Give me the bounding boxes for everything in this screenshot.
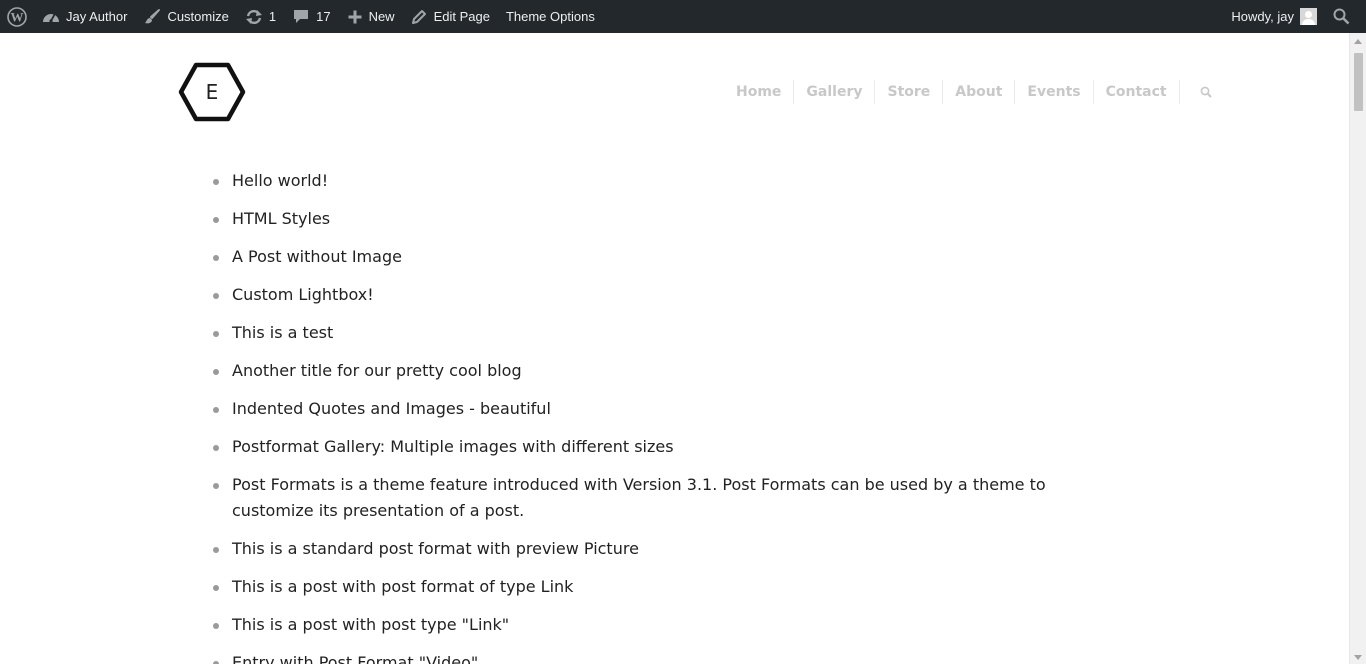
theme-options-link[interactable]: Theme Options <box>498 0 603 33</box>
post-link[interactable]: This is a post with post type "Link" <box>232 615 509 634</box>
post-link[interactable]: Entry with Post Format "Video" <box>232 653 478 664</box>
updates-link[interactable]: 1 <box>237 0 284 33</box>
post-link[interactable]: Indented Quotes and Images - beautiful <box>232 399 551 418</box>
list-item: This is a test <box>213 320 1113 346</box>
post-list: Hello world! HTML Styles A Post without … <box>213 168 1113 664</box>
nav-item-home[interactable]: Home <box>724 80 793 104</box>
main-navigation: Home Gallery Store About Events Contact <box>724 80 1212 104</box>
plus-icon <box>347 9 363 25</box>
customize-link[interactable]: Customize <box>135 0 236 33</box>
site-logo[interactable]: E <box>178 62 246 122</box>
howdy-label: Howdy, jay <box>1231 9 1294 24</box>
wp-admin-bar: W Jay Author Customize 1 17 New Edit Pag… <box>0 0 1366 33</box>
my-account-menu[interactable]: Howdy, jay <box>1223 0 1325 33</box>
wordpress-logo-icon: W <box>7 6 27 27</box>
page-scrollbar[interactable] <box>1349 33 1366 664</box>
list-item: Hello world! <box>213 168 1113 194</box>
edit-page-link[interactable]: Edit Page <box>403 0 498 33</box>
list-item: This is a post with post format of type … <box>213 574 1113 600</box>
post-link[interactable]: This is a standard post format with prev… <box>232 539 639 558</box>
list-item: Post Formats is a theme feature introduc… <box>213 472 1113 524</box>
customize-label: Customize <box>167 9 229 24</box>
post-link[interactable]: This is a test <box>232 323 333 342</box>
svg-text:W: W <box>11 9 24 24</box>
nav-search-button[interactable] <box>1178 80 1212 104</box>
new-content-menu[interactable]: New <box>339 0 403 33</box>
updates-count: 1 <box>268 9 277 24</box>
list-item: A Post without Image <box>213 244 1113 270</box>
list-item: This is a post with post type "Link" <box>213 612 1113 638</box>
new-label: New <box>368 9 395 24</box>
nav-item-store[interactable]: Store <box>874 80 942 104</box>
pencil-icon <box>411 8 428 25</box>
scroll-down-arrow-icon[interactable] <box>1354 655 1362 660</box>
edit-page-label: Edit Page <box>433 9 490 24</box>
comments-count: 17 <box>316 9 331 24</box>
post-link[interactable]: Custom Lightbox! <box>232 285 374 304</box>
nav-item-contact[interactable]: Contact <box>1092 80 1179 104</box>
list-item: This is a standard post format with prev… <box>213 536 1113 562</box>
list-item: Custom Lightbox! <box>213 282 1113 308</box>
site-name-label: Jay Author <box>66 9 128 24</box>
paintbrush-icon <box>143 8 161 26</box>
admin-search-button[interactable] <box>1325 0 1366 33</box>
post-link[interactable]: Post Formats is a theme feature introduc… <box>232 475 1046 520</box>
post-link[interactable]: HTML Styles <box>232 209 330 228</box>
list-item: Indented Quotes and Images - beautiful <box>213 396 1113 422</box>
list-item: Postformat Gallery: Multiple images with… <box>213 434 1113 460</box>
avatar <box>1300 8 1317 25</box>
logo-letter: E <box>205 80 219 104</box>
post-link[interactable]: Hello world! <box>232 171 328 190</box>
comments-link[interactable]: 17 <box>284 0 338 33</box>
post-link[interactable]: Postformat Gallery: Multiple images with… <box>232 437 674 456</box>
dashboard-icon <box>42 9 60 25</box>
list-item: HTML Styles <box>213 206 1113 232</box>
list-item: Entry with Post Format "Video" <box>213 650 1113 664</box>
wordpress-menu[interactable]: W <box>0 0 34 33</box>
search-icon <box>1333 8 1350 25</box>
post-link[interactable]: This is a post with post format of type … <box>232 577 573 596</box>
scroll-up-arrow-icon[interactable] <box>1354 39 1362 44</box>
comment-bubble-icon <box>292 8 310 25</box>
nav-item-gallery[interactable]: Gallery <box>793 80 874 104</box>
updates-icon <box>245 8 263 26</box>
post-link[interactable]: Another title for our pretty cool blog <box>232 361 522 380</box>
site-name-menu[interactable]: Jay Author <box>34 0 135 33</box>
admin-bar-right: Howdy, jay <box>1223 0 1366 33</box>
search-icon <box>1200 83 1212 102</box>
theme-options-label: Theme Options <box>505 9 595 24</box>
admin-bar-left: W Jay Author Customize 1 17 New Edit Pag… <box>0 0 603 33</box>
scrollbar-thumb[interactable] <box>1354 53 1363 111</box>
nav-item-about[interactable]: About <box>942 80 1014 104</box>
post-link[interactable]: A Post without Image <box>232 247 402 266</box>
nav-item-events[interactable]: Events <box>1014 80 1092 104</box>
list-item: Another title for our pretty cool blog <box>213 358 1113 384</box>
